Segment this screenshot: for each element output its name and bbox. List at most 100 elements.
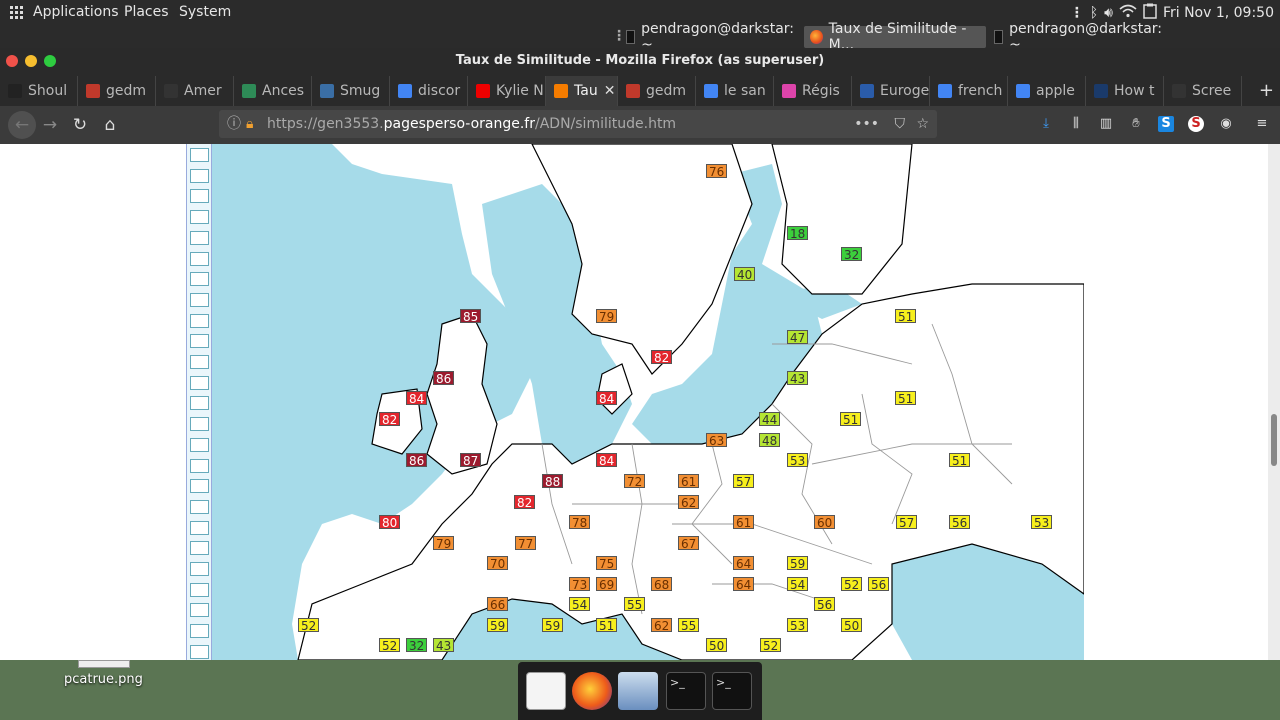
tab-label: How t <box>1114 83 1155 99</box>
vertical-scrollbar[interactable] <box>1268 144 1280 660</box>
bookmark-star-icon[interactable]: ☆ <box>916 110 929 138</box>
hand-extension-icon[interactable]: ✋︎ <box>1128 116 1144 132</box>
similarity-label: 85 <box>460 309 482 324</box>
tab-0[interactable]: Shoul <box>0 76 78 106</box>
window-button-firefox[interactable]: Taux de Similitude - M... <box>804 21 986 53</box>
clipboard-icon[interactable] <box>1143 3 1157 23</box>
similarity-label: 40 <box>734 267 756 282</box>
tab-13[interactable]: apple <box>1008 76 1086 106</box>
tab-14[interactable]: How t <box>1086 76 1164 106</box>
similarity-label: 82 <box>651 350 673 365</box>
window-button-terminal-2[interactable]: pendragon@darkstar: ~ <box>988 21 1168 53</box>
side-cell <box>190 541 209 556</box>
window-list: ⋮ pendragon@darkstar: ~ Taux de Similitu… <box>0 21 1280 53</box>
side-cell <box>190 396 209 411</box>
new-tab-button[interactable]: + <box>1259 80 1274 101</box>
tab-strip: Shoul gedm Amer Ances Smug discor Kylie N Tau ✕ g… <box>0 74 1280 106</box>
similarity-label: 53 <box>787 453 809 468</box>
sidebar-icon[interactable]: ▥ <box>1098 116 1114 132</box>
wifi-icon[interactable] <box>1119 4 1137 22</box>
side-cell <box>190 562 209 576</box>
firefox-launcher-icon[interactable] <box>572 672 612 710</box>
similarity-label: 76 <box>706 164 728 179</box>
terminal-launcher-icon-2[interactable]: >_ <box>712 672 752 710</box>
tab-4[interactable]: Smug <box>312 76 390 106</box>
page-actions-icon[interactable]: ••• <box>854 110 879 138</box>
bluetooth-icon[interactable]: ᛒ <box>1090 5 1098 21</box>
tab-3[interactable]: Ances <box>234 76 312 106</box>
similarity-label: 50 <box>841 618 863 633</box>
terminal-launcher-icon[interactable]: >_ <box>666 672 706 710</box>
similarity-label: 54 <box>787 577 809 592</box>
overflow-dots-icon[interactable]: ⋮ <box>1070 5 1084 21</box>
desktop-file-label[interactable]: pcatrue.png <box>64 672 143 687</box>
tab-favicon-icon <box>554 84 568 98</box>
applications-menu[interactable]: Applications <box>33 4 119 20</box>
similarity-label: 43 <box>433 638 455 653</box>
text-editor-icon[interactable] <box>526 672 566 710</box>
similarity-label: 82 <box>379 412 401 427</box>
volume-icon[interactable]: 🔊︎ <box>1104 5 1113 21</box>
tab-15[interactable]: Scree <box>1164 76 1242 106</box>
tab-label: Smug <box>340 83 381 99</box>
side-cell <box>190 251 209 266</box>
window-titlebar[interactable]: Taux de Similitude - Mozilla Firefox (as… <box>0 48 1280 74</box>
similarity-label: 32 <box>406 638 428 653</box>
scrollbar-thumb[interactable] <box>1271 414 1277 466</box>
downloads-icon[interactable]: ⤓ <box>1038 116 1054 132</box>
side-cell <box>190 313 209 328</box>
extension-s-icon[interactable]: S <box>1158 116 1174 132</box>
pocket-icon[interactable]: ⛉ <box>895 110 906 138</box>
similarity-label: 79 <box>596 309 618 324</box>
tab-favicon-icon <box>320 84 334 98</box>
dock: >_ >_ <box>518 662 762 720</box>
similarity-label: 51 <box>895 391 917 406</box>
side-cell <box>190 520 209 535</box>
similarity-label: 18 <box>787 226 809 241</box>
tab-9[interactable]: le san <box>696 76 774 106</box>
home-button[interactable]: ⌂ <box>100 115 120 135</box>
back-button[interactable]: ← <box>8 111 36 139</box>
info-icon[interactable]: ⓘ <box>227 110 241 138</box>
lock-icon[interactable]: 🔒︎ <box>246 110 253 138</box>
side-cell <box>190 355 209 369</box>
tab-1[interactable]: gedm <box>78 76 156 106</box>
side-cell <box>190 499 209 514</box>
tab-5[interactable]: discor <box>390 76 468 106</box>
side-cell <box>190 375 209 390</box>
applications-grid-icon[interactable] <box>10 6 24 20</box>
menu-icon[interactable]: ≡ <box>1254 116 1270 132</box>
close-tab-icon[interactable]: ✕ <box>604 83 616 99</box>
places-menu[interactable]: Places <box>124 4 169 20</box>
similarity-label: 77 <box>515 536 537 551</box>
tab-6[interactable]: Kylie N <box>468 76 546 106</box>
extension-red-s-icon[interactable]: S <box>1188 116 1204 132</box>
minimize-window-icon[interactable] <box>25 55 37 67</box>
side-cell <box>190 189 209 204</box>
tab-12[interactable]: french <box>930 76 1008 106</box>
similarity-label: 53 <box>787 618 809 633</box>
tab-7[interactable]: Tau ✕ <box>546 76 618 106</box>
system-menu[interactable]: System <box>179 4 231 20</box>
close-window-icon[interactable] <box>6 55 18 67</box>
clock[interactable]: Fri Nov 1, 09:50 <box>1163 5 1274 21</box>
forward-button[interactable]: → <box>40 115 60 135</box>
library-icon[interactable]: ⫼ <box>1068 116 1084 132</box>
similarity-label: 54 <box>569 597 591 612</box>
tab-10[interactable]: Régis <box>774 76 852 106</box>
tab-2[interactable]: Amer <box>156 76 234 106</box>
reload-button[interactable]: ↻ <box>70 115 90 135</box>
tab-11[interactable]: Euroge <box>852 76 930 106</box>
account-icon[interactable]: ◉ <box>1218 116 1234 132</box>
desktop-file-icon[interactable] <box>78 660 130 668</box>
side-cell <box>190 168 209 183</box>
similarity-label: 84 <box>596 391 618 406</box>
image-viewer-icon[interactable] <box>618 672 658 710</box>
similarity-label: 51 <box>895 309 917 324</box>
maximize-window-icon[interactable] <box>44 55 56 67</box>
window-button-terminal-1[interactable]: pendragon@darkstar: ~ <box>620 21 800 53</box>
similarity-label: 62 <box>651 618 673 633</box>
url-bar[interactable]: ⓘ 🔒︎ https://gen3553.pagesperso-orange.f… <box>219 110 937 138</box>
tab-8[interactable]: gedm <box>618 76 696 106</box>
similarity-label: 56 <box>949 515 971 530</box>
